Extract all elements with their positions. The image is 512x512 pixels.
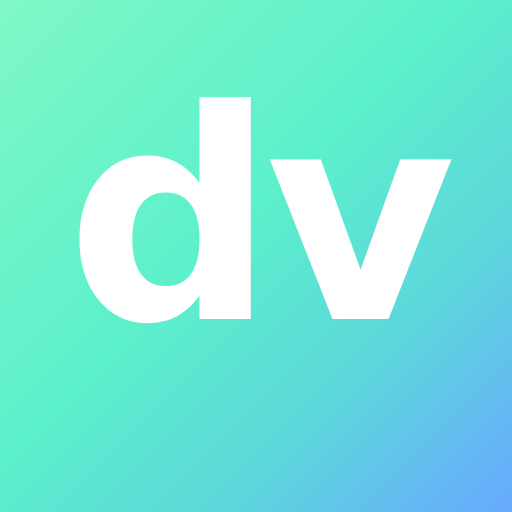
logo-monogram: dv [66, 48, 455, 388]
app-logo-tile: dv [0, 0, 512, 512]
